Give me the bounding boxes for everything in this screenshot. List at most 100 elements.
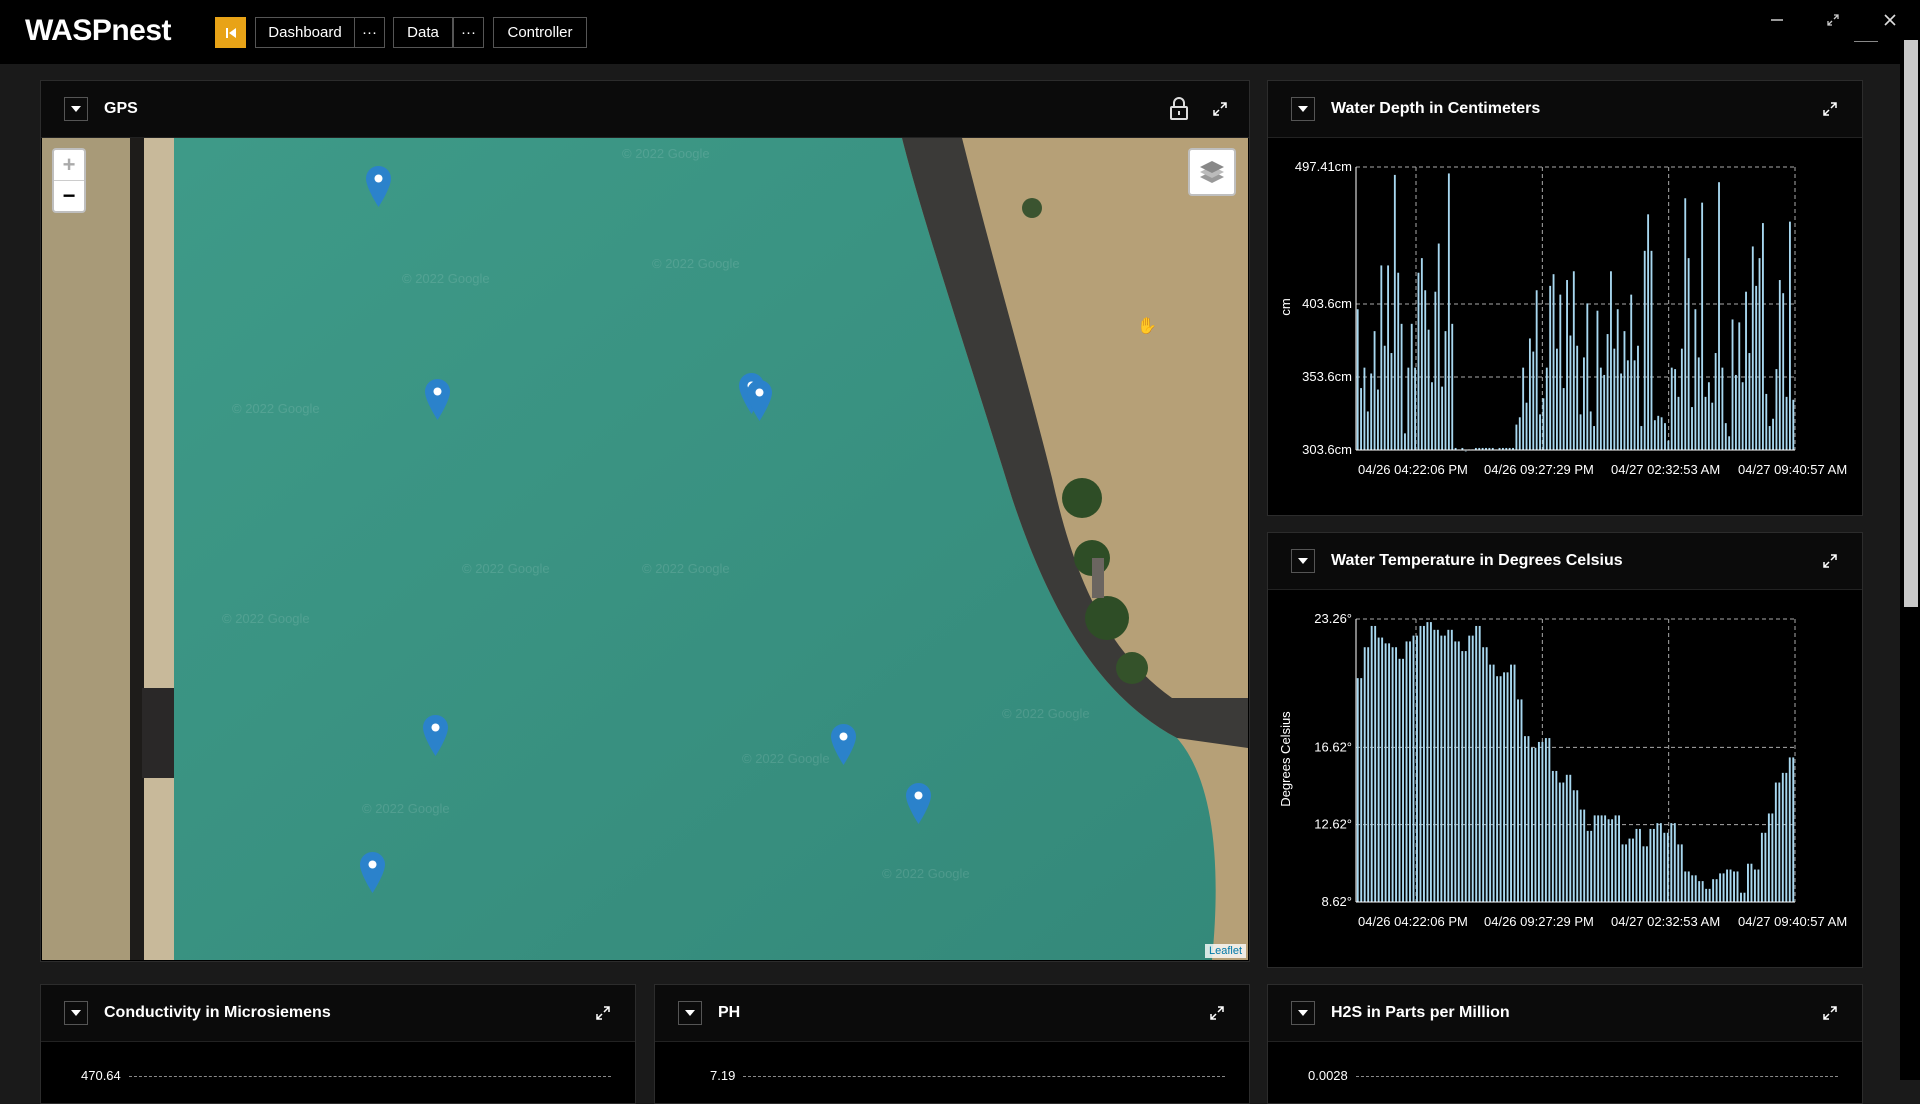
restore-button[interactable]: [1813, 8, 1853, 32]
map-marker[interactable]: [366, 166, 391, 207]
chart-bar: [1420, 258, 1423, 450]
chart-bar: [1360, 678, 1363, 902]
map-marker[interactable]: [360, 852, 385, 893]
x-tick-label: 04/26 04:22:06 PM: [1358, 914, 1468, 929]
chart-bar: [1492, 664, 1495, 902]
chart-bar: [1743, 892, 1746, 902]
map-marker[interactable]: [423, 715, 448, 756]
expand-icon: [1823, 1006, 1837, 1020]
chart-bar: [1363, 647, 1366, 902]
ph-expand-button[interactable]: [1205, 1001, 1229, 1025]
ph-dropdown-button[interactable]: [678, 1001, 702, 1025]
y-axis-label: Degrees Celsius: [1278, 711, 1293, 807]
chart-bar: [1400, 323, 1403, 450]
chart-bar: [1454, 641, 1457, 902]
conductivity-expand-button[interactable]: [591, 1001, 615, 1025]
chart-bar: [1475, 625, 1478, 902]
minimize-button[interactable]: [1757, 8, 1797, 32]
chart-bar: [1684, 198, 1687, 450]
chart-bar: [1729, 869, 1732, 902]
water-temperature-dropdown-button[interactable]: [1291, 549, 1315, 573]
water-temperature-expand-button[interactable]: [1818, 549, 1842, 573]
chart-bar: [1381, 637, 1384, 902]
chart-bar: [1596, 310, 1599, 450]
chart-bar: [1747, 863, 1749, 902]
chart-bar: [1555, 348, 1558, 450]
leaflet-attribution-link[interactable]: Leaflet: [1204, 944, 1246, 958]
chart-bar: [1638, 828, 1641, 902]
close-window-button[interactable]: [1870, 8, 1910, 32]
chart-bar: [1437, 243, 1440, 450]
h2s-top-tick: 0.0028: [1308, 1068, 1348, 1083]
chart-bar: [1645, 846, 1648, 902]
data-more-button[interactable]: ···: [453, 17, 484, 48]
y-axis-label: cm: [1278, 298, 1293, 315]
gps-expand-button[interactable]: [1208, 97, 1232, 121]
chart-bar: [1698, 881, 1701, 902]
conductivity-dropdown-button[interactable]: [64, 1001, 88, 1025]
chart-bar: [1731, 319, 1734, 450]
h2s-panel: H2S in Parts per Million 0.0028: [1267, 984, 1863, 1104]
chart-bar: [1607, 819, 1610, 902]
chart-bar: [1569, 335, 1572, 450]
chart-bar: [1789, 221, 1791, 450]
chart-bar: [1704, 396, 1707, 450]
chart-bar: [1736, 871, 1739, 902]
map-marker[interactable]: [831, 724, 856, 765]
gps-panel-header: GPS: [41, 81, 1249, 138]
chart-bar: [1632, 838, 1634, 902]
satellite-map[interactable]: © 2022 Google © 2022 Google © 2022 Googl…: [42, 138, 1248, 960]
chart-bar: [1659, 823, 1662, 902]
chart-bar: [1576, 345, 1579, 450]
chart-bar: [1701, 202, 1704, 450]
chart-bar: [1616, 309, 1619, 450]
chart-bar: [1383, 345, 1386, 450]
chart-bar: [1405, 641, 1408, 902]
x-tick-label: 04/27 02:32:53 AM: [1611, 914, 1720, 929]
chart-bar: [1366, 411, 1369, 450]
chart-bar: [1583, 809, 1586, 902]
minimize-icon: [1771, 19, 1783, 21]
map-marker[interactable]: [747, 380, 772, 421]
h2s-expand-button[interactable]: [1818, 1001, 1842, 1025]
chart-bar: [1532, 351, 1535, 450]
tab-data[interactable]: Data: [393, 17, 453, 48]
zoom-in-button[interactable]: +: [54, 150, 84, 181]
map-marker[interactable]: [906, 783, 931, 824]
chart-bar: [1461, 651, 1464, 902]
chart-bar: [1593, 426, 1596, 450]
lock-button[interactable]: [1165, 95, 1193, 123]
water-depth-expand-button[interactable]: [1818, 97, 1842, 121]
chart-bar: [1718, 182, 1720, 450]
chart-bar: [1670, 367, 1673, 450]
collapse-nav-button[interactable]: [215, 17, 246, 48]
ph-title: PH: [718, 1004, 741, 1021]
chart-bar: [1583, 357, 1585, 450]
dashboard-more-button[interactable]: ···: [354, 17, 385, 48]
chart-bar: [1513, 664, 1516, 902]
map-marker[interactable]: [425, 379, 450, 420]
h2s-dropdown-button[interactable]: [1291, 1001, 1315, 1025]
scrollbar-thumb[interactable]: [1904, 40, 1918, 607]
chart-bar: [1667, 440, 1670, 450]
water-depth-dropdown-button[interactable]: [1291, 97, 1315, 121]
chart-bar: [1380, 265, 1383, 450]
tab-dashboard[interactable]: Dashboard: [255, 17, 355, 48]
chart-bar: [1753, 869, 1756, 902]
chart-bar: [1451, 323, 1454, 450]
chart-bar: [1384, 643, 1387, 902]
chart-bar: [1712, 879, 1715, 902]
gps-dropdown-button[interactable]: [64, 97, 88, 121]
zoom-out-button[interactable]: −: [54, 181, 84, 211]
chart-bar: [1562, 782, 1565, 902]
chart-bar: [1506, 672, 1509, 902]
chevron-down-icon: [1298, 1010, 1308, 1016]
tab-controller[interactable]: Controller: [493, 17, 587, 48]
chart-bar: [1447, 173, 1450, 450]
chart-bar: [1680, 844, 1683, 902]
chart-bar: [1576, 790, 1579, 902]
h2s-title: H2S in Parts per Million: [1331, 1004, 1510, 1021]
water-depth-title: Water Depth in Centimeters: [1331, 100, 1541, 117]
layers-button[interactable]: [1188, 148, 1236, 196]
chart-bar: [1653, 420, 1656, 450]
